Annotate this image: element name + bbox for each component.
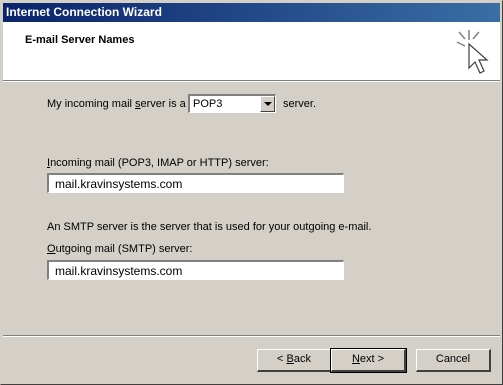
server-suffix-label: server.	[283, 98, 317, 110]
header-divider-highlight	[3, 81, 500, 82]
back-button-prefix: <	[277, 353, 287, 365]
incoming-type-label-suffix: erver is a	[140, 98, 186, 110]
incoming-type-label: My incoming mail server is a	[47, 98, 186, 110]
page-heading: E-mail Server Names	[25, 34, 135, 46]
footer-divider-highlight	[3, 336, 500, 337]
window-title: Internet Connection Wizard	[6, 5, 162, 19]
next-button[interactable]: Next >	[330, 348, 407, 373]
incoming-type-label-prefix: My incoming mail	[47, 98, 136, 110]
next-button-rest: ext >	[359, 353, 385, 365]
title-bar[interactable]: Internet Connection Wizard	[3, 3, 500, 22]
incoming-server-label-rest: ncoming mail (POP3, IMAP or HTTP) server…	[50, 157, 269, 169]
back-button-accel: B	[286, 353, 294, 365]
server-type-select[interactable]: POP3	[188, 94, 276, 113]
chevron-down-icon	[264, 102, 272, 106]
smtp-description: An SMTP server is the server that is use…	[47, 221, 372, 233]
outgoing-server-label: Outgoing mail (SMTP) server:	[47, 243, 193, 255]
next-button-accel: N	[351, 353, 360, 365]
server-type-value: POP3	[193, 98, 223, 110]
dropdown-button[interactable]	[260, 96, 275, 112]
wizard-header: E-mail Server Names	[3, 22, 500, 80]
cancel-button[interactable]: Cancel	[416, 349, 491, 372]
outgoing-server-label-accel: O	[47, 243, 56, 255]
wizard-cursor-icon	[456, 30, 489, 74]
wizard-window: Internet Connection Wizard E-mail Server…	[0, 0, 503, 385]
back-button[interactable]: < Back	[257, 349, 332, 372]
incoming-server-label: Incoming mail (POP3, IMAP or HTTP) serve…	[47, 157, 269, 169]
incoming-server-input[interactable]: mail.kravinsystems.com	[47, 173, 344, 193]
outgoing-server-label-rest: utgoing mail (SMTP) server:	[55, 243, 193, 255]
back-button-rest: ack	[293, 353, 311, 365]
outgoing-server-input[interactable]: mail.kravinsystems.com	[47, 260, 344, 280]
